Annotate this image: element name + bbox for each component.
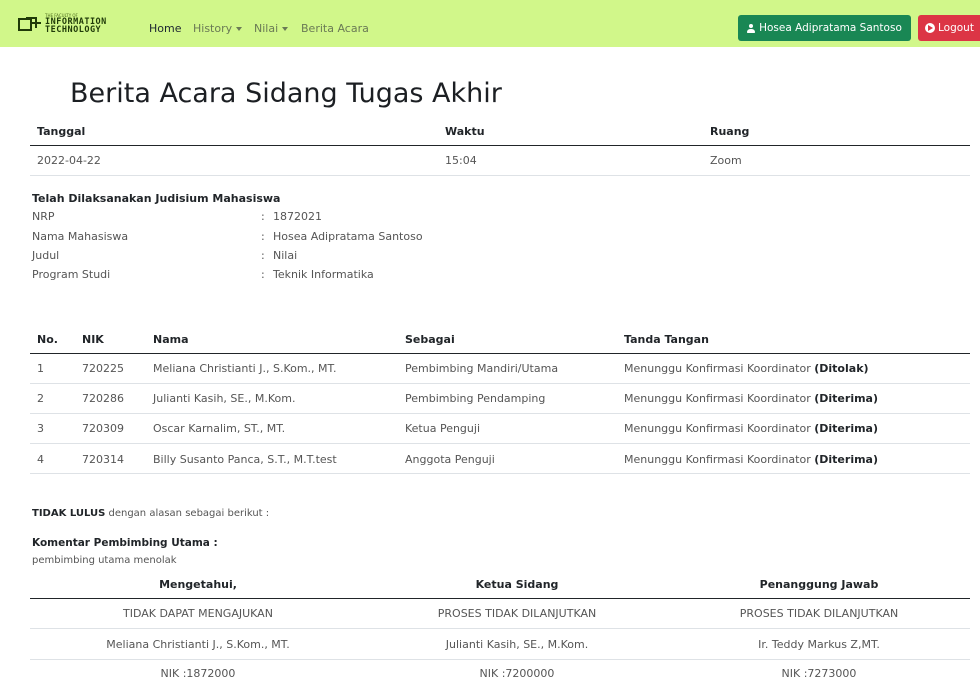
info-sep: : [261, 230, 265, 243]
meta-row-divider [30, 175, 970, 176]
row-nama: Meliana Christianti J., S.Kom., MT. [153, 362, 337, 375]
info-value-judul: Nilai [273, 249, 298, 262]
row-no: 3 [37, 422, 44, 435]
row-sebagai: Anggota Penguji [405, 453, 495, 466]
info-label-nrp: NRP [32, 210, 55, 223]
comment-text: pembimbing utama menolak [32, 555, 177, 566]
row-ttd-text: Menunggu Konfirmasi Koordinator [624, 392, 811, 405]
examiners-header-no: No. [37, 333, 58, 346]
examiners-header-ttd: Tanda Tangan [624, 333, 709, 346]
sig-header-penanggung: Penanggung Jawab [759, 578, 879, 591]
comment-title: Komentar Pembimbing Utama : [32, 537, 218, 549]
row-divider [30, 473, 970, 474]
examiners-header-nik: NIK [82, 333, 104, 346]
row-status: (Ditolak) [814, 362, 869, 375]
page-title: Berita Acara Sidang Tugas Akhir [70, 78, 502, 109]
navbar: THE FACULTY OF INFORMATION TECHNOLOGY Ho… [0, 0, 980, 47]
row-divider [30, 383, 970, 384]
info-label-prodi: Program Studi [32, 268, 111, 281]
result-text: dengan alasan sebagai berikut : [108, 508, 270, 519]
sig-cell: PROSES TIDAK DILANJUTKAN [739, 607, 899, 620]
chevron-down-icon [236, 27, 243, 31]
row-nama: Julianti Kasih, SE., M.Kom. [153, 392, 296, 405]
row-no: 1 [37, 362, 44, 375]
result-status: TIDAK LULUS [32, 508, 106, 519]
logo-mark-icon [18, 17, 41, 31]
sig-header-mengetahui: Mengetahui, [159, 578, 237, 591]
row-sebagai: Pembimbing Pendamping [405, 392, 546, 405]
user-profile-button[interactable]: Hosea Adipratama Santoso [738, 15, 911, 41]
sig-header-ketua: Ketua Sidang [475, 578, 559, 591]
info-sep: : [261, 249, 265, 262]
row-nik: 720286 [82, 392, 124, 405]
meta-header-ruang: Ruang [710, 125, 750, 138]
sig-cell: NIK :1872000 [160, 667, 236, 680]
sig-cell: Ir. Teddy Markus Z,MT. [758, 638, 880, 651]
faculty-logo[interactable]: THE FACULTY OF INFORMATION TECHNOLOGY [18, 13, 133, 35]
sig-row-divider [30, 659, 970, 660]
row-nama: Oscar Karnalim, ST., MT. [153, 422, 286, 435]
logout-label: Logout [938, 22, 974, 34]
row-ttd-text: Menunggu Konfirmasi Koordinator [624, 422, 811, 435]
row-sebagai: Ketua Penguji [405, 422, 481, 435]
examiners-header-divider [30, 353, 970, 354]
row-ttd: Menunggu Konfirmasi Koordinator (Ditolak… [624, 362, 869, 376]
row-ttd: Menunggu Konfirmasi Koordinator (Diterim… [624, 422, 878, 436]
sig-cell: Julianti Kasih, SE., M.Kom. [445, 638, 589, 651]
row-sebagai: Pembimbing Mandiri/Utama [405, 362, 559, 375]
nav-history[interactable]: History [193, 22, 243, 36]
info-label-judul: Judul [32, 249, 60, 262]
nav-nilai-label: Nilai [254, 22, 279, 35]
nav-berita-acara[interactable]: Berita Acara [301, 22, 369, 36]
user-icon [747, 23, 756, 33]
meta-header-tanggal: Tanggal [37, 125, 86, 138]
sig-cell: Meliana Christianti J., S.Kom., MT. [106, 638, 290, 651]
row-status: (Diterima) [814, 453, 879, 466]
logout-button[interactable]: Logout [918, 15, 980, 41]
row-ttd-text: Menunggu Konfirmasi Koordinator [624, 453, 811, 466]
row-ttd-text: Menunggu Konfirmasi Koordinator [624, 362, 811, 375]
info-sep: : [261, 268, 265, 281]
row-no: 4 [37, 453, 44, 466]
meta-header-waktu: Waktu [445, 125, 485, 138]
meta-cell-ruang: Zoom [710, 154, 742, 167]
info-value-prodi: Teknik Informatika [273, 268, 374, 281]
meta-cell-tanggal: 2022-04-22 [37, 154, 101, 167]
logo-line2: TECHNOLOGY [45, 25, 102, 35]
row-status: (Diterima) [814, 392, 879, 405]
row-nama: Billy Susanto Panca, S.T., M.T.test [153, 453, 337, 466]
info-label-nama: Nama Mahasiswa [32, 230, 129, 243]
nav-home[interactable]: Home [149, 22, 181, 36]
sig-cell: NIK :7273000 [781, 667, 857, 680]
info-sep: : [261, 210, 265, 223]
sig-cell: PROSES TIDAK DILANJUTKAN [437, 607, 597, 620]
sig-header-divider [30, 598, 970, 599]
row-no: 2 [37, 392, 44, 405]
row-nik: 720225 [82, 362, 124, 375]
row-ttd: Menunggu Konfirmasi Koordinator (Diterim… [624, 453, 878, 467]
info-value-nrp: 1872021 [273, 210, 322, 223]
meta-header-divider [30, 145, 970, 146]
result-line: TIDAK LULUS dengan alasan sebagai beriku… [32, 507, 269, 521]
examiners-header-nama: Nama [153, 333, 189, 346]
logout-icon [925, 23, 935, 33]
nav-history-label: History [193, 22, 233, 35]
meta-cell-waktu: 15:04 [445, 154, 477, 167]
row-status: (Diterima) [814, 422, 879, 435]
row-ttd: Menunggu Konfirmasi Koordinator (Diterim… [624, 392, 878, 406]
row-divider [30, 413, 970, 414]
nav-nilai[interactable]: Nilai [254, 22, 289, 36]
row-divider [30, 443, 970, 444]
info-value-nama: Hosea Adipratama Santoso [273, 230, 423, 243]
sig-cell: NIK :7200000 [479, 667, 555, 680]
row-nik: 720314 [82, 453, 124, 466]
user-name-label: Hosea Adipratama Santoso [759, 22, 902, 34]
sig-cell: TIDAK DAPAT MENGAJUKAN [123, 607, 273, 620]
sig-row-divider [30, 628, 970, 629]
row-nik: 720309 [82, 422, 124, 435]
examiners-header-sebagai: Sebagai [405, 333, 455, 346]
judisium-title: Telah Dilaksanakan Judisium Mahasiswa [32, 192, 281, 205]
chevron-down-icon [282, 27, 289, 31]
